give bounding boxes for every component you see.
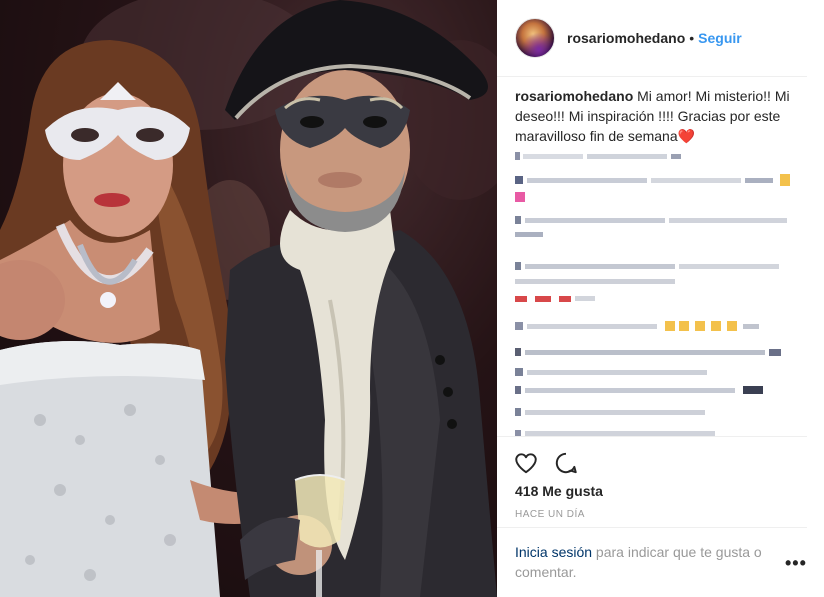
heart-emoji: ❤️ xyxy=(677,128,696,144)
post-photo[interactable] xyxy=(0,0,497,597)
caption-username[interactable]: rosariomohedano xyxy=(515,88,633,104)
header-username[interactable]: rosariomohedano xyxy=(567,30,685,46)
header-divider xyxy=(497,76,807,77)
action-bar xyxy=(513,448,579,478)
comments-divider xyxy=(497,436,807,437)
heart-outline-icon[interactable] xyxy=(513,450,539,476)
header-separator-dot: • xyxy=(689,30,695,46)
likes-count[interactable]: 418 Me gusta xyxy=(515,483,603,499)
post-caption: rosariomohedano Mi amor! Mi misterio!! M… xyxy=(515,86,805,146)
post-sidebar: rosariomohedano • Seguir rosariomohedano… xyxy=(497,0,824,597)
photo-illustration xyxy=(0,0,497,597)
pixelated-comments xyxy=(515,152,790,436)
ellipsis-icon[interactable]: ••• xyxy=(785,554,807,572)
login-divider xyxy=(497,527,807,528)
speech-bubble-icon[interactable] xyxy=(553,450,579,476)
post-header: rosariomohedano • Seguir xyxy=(497,0,824,76)
avatar[interactable] xyxy=(515,18,555,58)
post-timestamp: HACE UN DÍA xyxy=(515,509,585,520)
login-prompt: Inicia sesión para indicar que te gusta … xyxy=(515,542,785,582)
login-link[interactable]: Inicia sesión xyxy=(515,544,592,560)
follow-button[interactable]: Seguir xyxy=(698,30,742,46)
comments-list xyxy=(515,146,805,441)
